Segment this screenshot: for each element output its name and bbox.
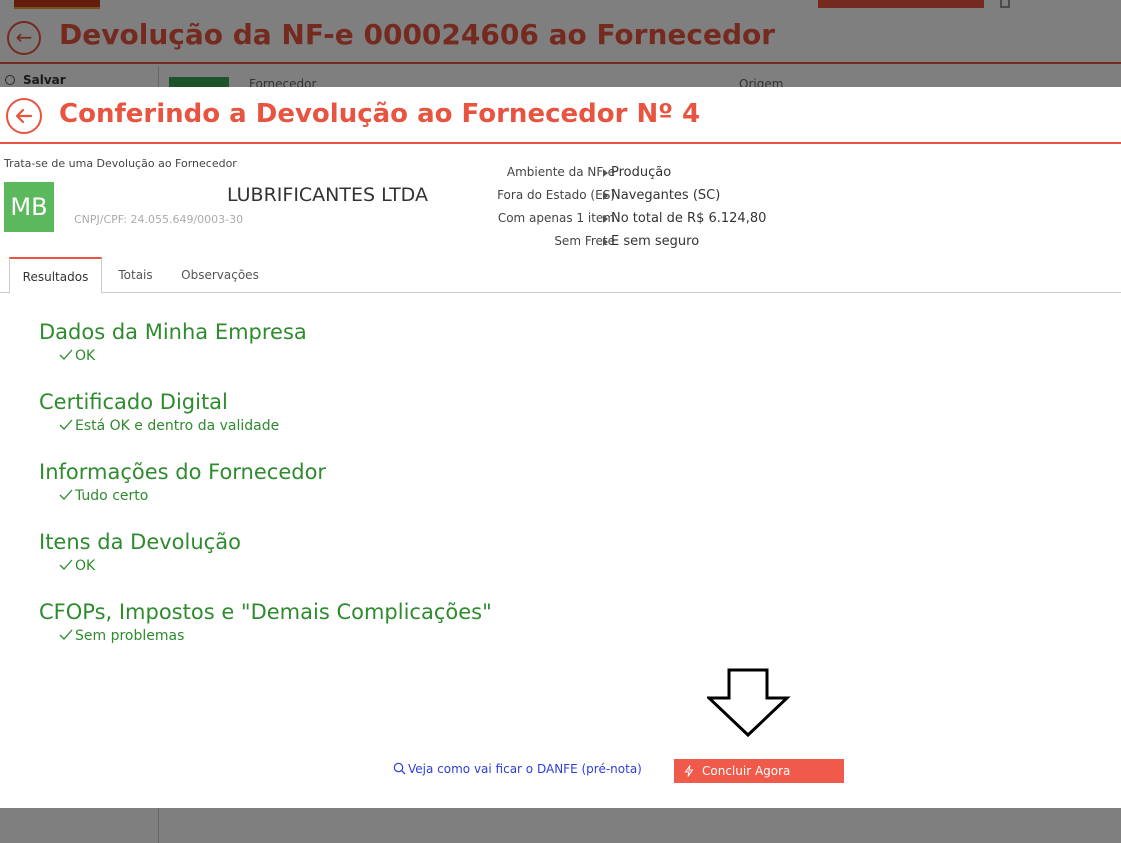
supplier-avatar: MB <box>4 182 54 232</box>
tab-totais[interactable]: Totais <box>108 257 163 293</box>
info-key: Com apenas 1 item <box>497 211 615 225</box>
result-status-text: OK <box>75 558 96 574</box>
down-arrow-annotation-icon <box>707 668 791 738</box>
arrow-left-icon <box>15 108 33 124</box>
result-itens: Itens da Devolução OK <box>39 530 241 574</box>
result-status: Tudo certo <box>59 488 326 504</box>
info-key: Ambiente da NF-e <box>506 165 615 179</box>
caret-right-icon <box>603 215 608 223</box>
result-fornecedor: Informações do Fornecedor Tudo certo <box>39 460 326 504</box>
caret-right-icon <box>603 192 608 200</box>
result-title: Certificado Digital <box>39 390 228 414</box>
caret-right-icon <box>603 238 608 246</box>
modal-subtitle: Trata-se de uma Devolução ao Fornecedor <box>4 157 237 170</box>
check-icon <box>59 489 73 500</box>
result-status-text: OK <box>75 348 96 364</box>
result-title: Itens da Devolução <box>39 530 241 554</box>
tab-resultados[interactable]: Resultados <box>9 257 102 294</box>
modal-header: Conferindo a Devolução ao Fornecedor Nº … <box>0 87 1121 144</box>
danfe-preview-link[interactable]: Veja como vai ficar o DANFE (pré-nota) <box>393 762 642 776</box>
tab-bar: Resultados Totais Observações <box>0 257 1121 294</box>
result-cfops: CFOPs, Impostos e "Demais Complicações" … <box>39 600 492 644</box>
info-value: Produção <box>611 165 672 180</box>
danfe-link-label: Veja como vai ficar o DANFE (pré-nota) <box>408 762 642 776</box>
info-key: Fora do Estado (ES) <box>497 188 615 202</box>
info-row-estado: Fora do Estado (ES) Navegantes (SC) <box>420 188 820 206</box>
info-value: E sem seguro <box>611 234 700 249</box>
conference-modal: Conferindo a Devolução ao Fornecedor Nº … <box>0 87 1121 808</box>
search-icon <box>393 762 406 775</box>
check-icon <box>59 349 73 360</box>
result-title: Dados da Minha Empresa <box>39 320 307 344</box>
result-status: Sem problemas <box>59 628 492 644</box>
result-status: OK <box>59 348 307 364</box>
supplier-cnpj: CNPJ/CPF: 24.055.649/0003-30 <box>74 213 244 226</box>
info-value: No total de R$ 6.124,80 <box>611 211 767 226</box>
result-certificado: Certificado Digital Está OK e dentro da … <box>39 390 279 434</box>
result-status-text: Está OK e dentro da validade <box>75 418 280 434</box>
check-icon <box>59 559 73 570</box>
supplier-name: LUBRIFICANTES LTDA <box>227 184 428 206</box>
back-button[interactable] <box>6 98 42 134</box>
concluir-button[interactable]: Concluir Agora <box>674 759 844 783</box>
info-value: Navegantes (SC) <box>611 188 721 203</box>
check-icon <box>59 419 73 430</box>
result-dados-empresa: Dados da Minha Empresa OK <box>39 320 307 364</box>
check-icon <box>59 629 73 640</box>
tab-observacoes[interactable]: Observações <box>175 257 265 293</box>
caret-right-icon <box>603 169 608 177</box>
result-status: OK <box>59 558 241 574</box>
result-status-text: Sem problemas <box>75 628 185 644</box>
concluir-button-label: Concluir Agora <box>702 764 791 778</box>
result-title: CFOPs, Impostos e "Demais Complicações" <box>39 600 492 624</box>
info-row-frete: Sem Frete E sem seguro <box>420 234 820 252</box>
result-status-text: Tudo certo <box>75 488 149 504</box>
info-row-itens: Com apenas 1 item No total de R$ 6.124,8… <box>420 211 820 229</box>
modal-title: Conferindo a Devolução ao Fornecedor Nº … <box>59 99 701 129</box>
lightning-icon <box>684 765 694 777</box>
result-title: Informações do Fornecedor <box>39 460 327 484</box>
info-row-ambiente: Ambiente da NF-e Produção <box>420 165 820 183</box>
result-status: Está OK e dentro da validade <box>59 418 279 434</box>
